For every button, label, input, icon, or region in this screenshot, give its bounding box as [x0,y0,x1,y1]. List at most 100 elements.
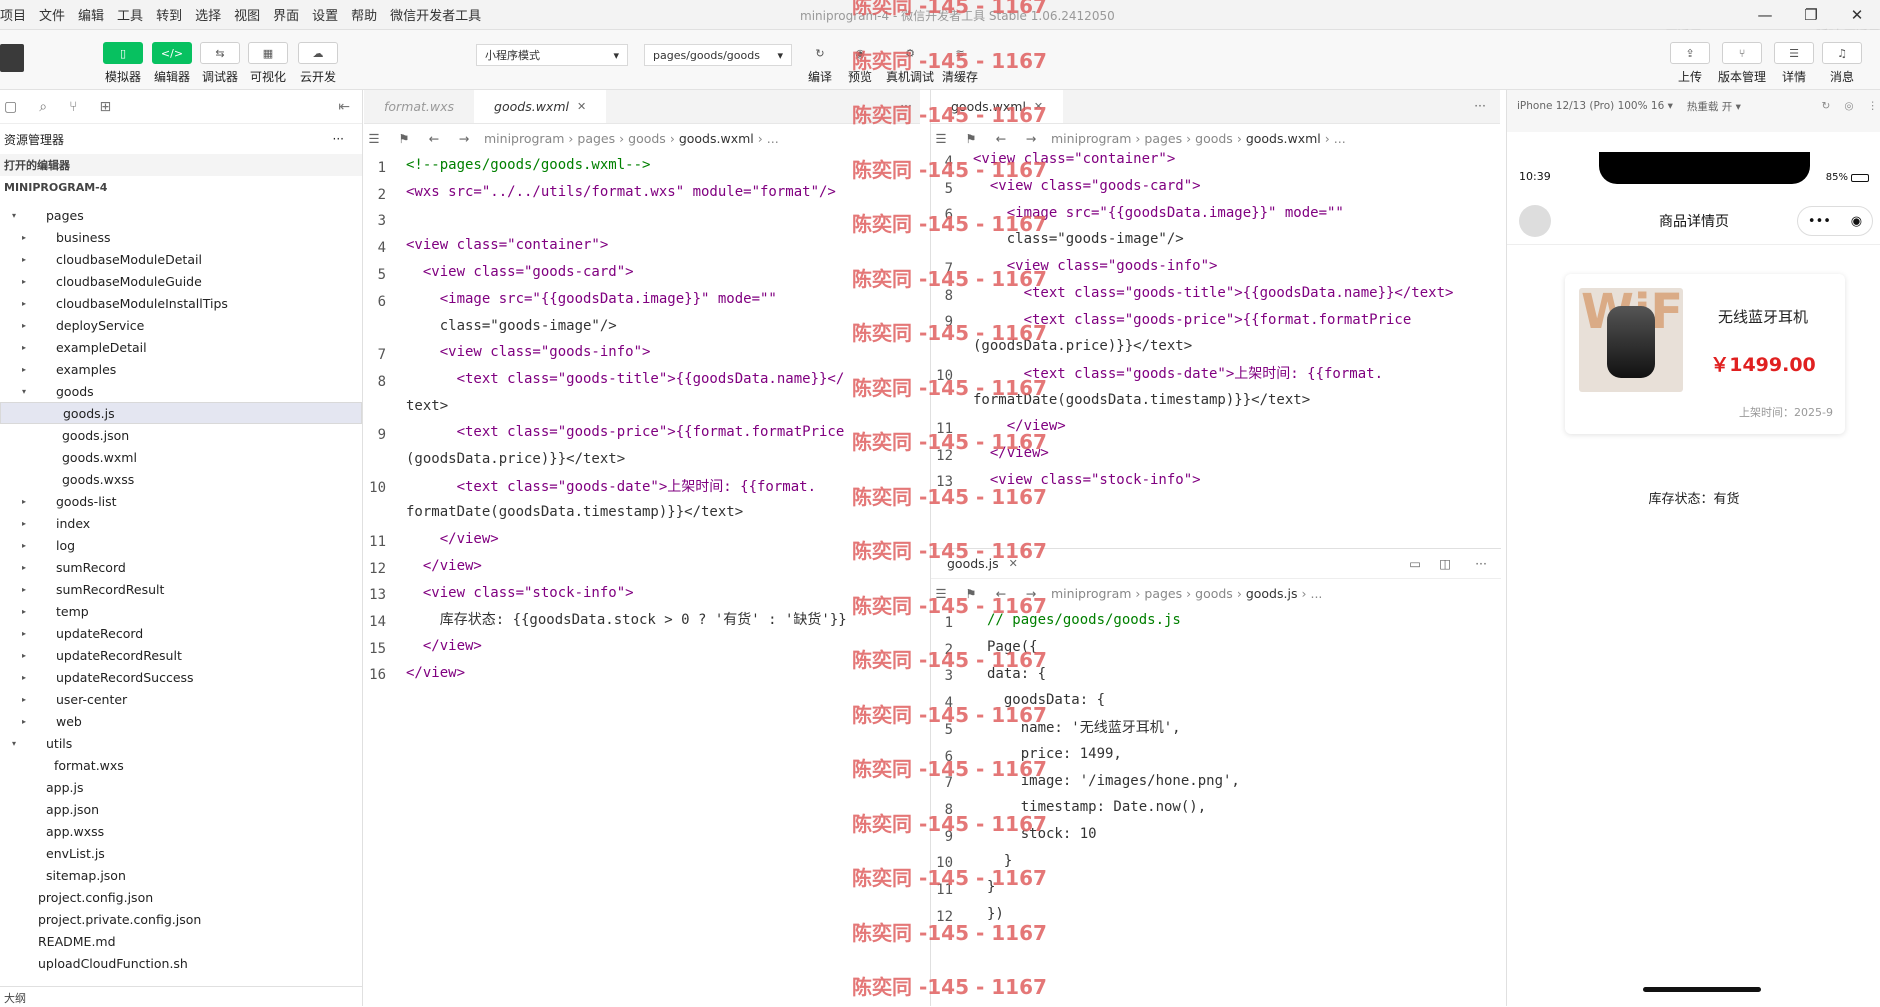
hot-reload-toggle[interactable]: 热重载 开 ▾ [1687,99,1741,114]
tree-item[interactable]: ▸ updateRecordResult [0,644,362,666]
more-icon[interactable]: ··· [1474,98,1486,113]
tree-item[interactable]: ▸ sumRecord [0,556,362,578]
breadcrumb-item[interactable]: ... [1334,131,1346,146]
close-icon[interactable]: ✕ [577,100,586,113]
tree-item[interactable]: ▸ updateRecordSuccess [0,666,362,688]
tree-item[interactable]: project.config.json [0,886,362,908]
tree-item[interactable]: uploadCloudFunction.sh [0,952,362,974]
code-line[interactable]: text> [406,392,448,419]
tree-item[interactable]: ▾ goods [0,380,362,402]
avatar[interactable] [0,44,24,72]
tree-item[interactable]: ▸ sumRecordResult [0,578,362,600]
tree-item[interactable]: ▸ business [0,226,362,248]
dots-icon[interactable]: ••• [1808,214,1831,229]
visual-button[interactable]: ▦ 可视化 [248,42,288,85]
mode-select[interactable]: 小程序模式 ▾ [476,44,628,66]
breadcrumb-item[interactable]: goods [628,131,666,146]
debugger-button[interactable]: ⇆ 调试器 [200,42,240,85]
tree-item[interactable]: ▸ cloudbaseModuleGuide [0,270,362,292]
menu-item[interactable]: 编辑 [78,5,104,24]
tree-item[interactable]: ▸ exampleDetail [0,336,362,358]
list-icon[interactable]: ☰ [364,131,384,146]
menu-item[interactable]: 转到 [156,5,182,24]
capsule-menu[interactable]: ••• ◉ [1797,206,1873,236]
menu-item[interactable]: 项目 [0,5,26,24]
tree-item[interactable]: ▸ temp [0,600,362,622]
product-image[interactable]: WiFi [1579,288,1683,392]
tree-item[interactable]: ▸ user-center [0,688,362,710]
code-line[interactable]: </view> [406,526,499,553]
collapse-panel-icon[interactable]: ⇤ [338,99,350,115]
tab-goods-wxml[interactable]: goods.wxml ✕ [474,90,607,123]
breadcrumb-item[interactable]: goods.wxml [1246,131,1321,146]
tree-item[interactable]: ▸ deployService [0,314,362,336]
back-arrow-icon[interactable]: ← [424,131,444,146]
upload-button[interactable]: ⇪ 上传 [1670,42,1710,85]
code-line[interactable]: <view class="stock-info"> [406,579,634,606]
extensions-icon[interactable]: ⊞ [99,99,111,115]
breadcrumb-item[interactable]: miniprogram [1051,131,1131,146]
more-icon[interactable]: ⋮ [1868,100,1879,112]
messages-button[interactable]: ♫ 消息 [1822,42,1862,85]
back-arrow-icon[interactable]: ← [991,131,1011,146]
code-line[interactable]: class="goods-image"/> [406,312,617,339]
code-line[interactable]: </view> [406,633,482,660]
tree-item[interactable]: README.md [0,930,362,952]
tree-item[interactable]: ▸ updateRecord [0,622,362,644]
tree-item[interactable]: sitemap.json [0,864,362,886]
split-icon[interactable]: ◫ [1439,556,1451,571]
list-icon[interactable]: ☰ [931,131,951,146]
tab-format-wxs[interactable]: format.wxs [364,90,474,123]
home-circle-icon[interactable] [1519,205,1551,237]
menu-item[interactable]: 工具 [117,5,143,24]
cloud-button[interactable]: ☁ 云开发 [298,42,338,85]
code-line[interactable]: 库存状态: {{goodsData.stock > 0 ? '有货' : '缺货… [406,606,847,633]
tree-item[interactable]: project.private.config.json [0,908,362,930]
simulator-button[interactable]: ▯ 模拟器 [103,42,143,85]
breadcrumb-item[interactable]: goods.wxml [679,131,754,146]
project-section[interactable]: MINIPROGRAM-4 [0,176,362,198]
breadcrumb-item[interactable]: pages [577,131,615,146]
compile-button[interactable]: ↻ 编译 [800,42,840,85]
bookmark-icon[interactable]: ⚑ [961,131,981,146]
code-line[interactable]: <view class="container"> [406,232,608,259]
device-select[interactable]: iPhone 12/13 (Pro) 100% 16 ▾ [1517,100,1673,112]
tree-item[interactable]: app.js [0,776,362,798]
breadcrumb-item[interactable]: ... [767,131,779,146]
breadcrumb-item[interactable]: goods [1195,131,1233,146]
code-line[interactable]: </view> [406,553,482,580]
code-editor[interactable]: 1 <!--pages/goods/goods.wxml--> 2 <wxs src=… [364,152,920,712]
refresh-icon[interactable]: ↻ [1822,100,1831,112]
details-button[interactable]: ☰ 详情 [1774,42,1814,85]
tree-item[interactable]: goods.wxss [0,468,362,490]
outline-section[interactable]: 大纲 [0,986,363,1006]
editor-button[interactable]: </> 编辑器 [152,42,192,85]
tree-item[interactable]: ▸ goods-list [0,490,362,512]
tree-item[interactable]: ▸ log [0,534,362,556]
code-line[interactable]: <image src="{{goodsData.image}}" mode="" [406,286,777,313]
code-line[interactable]: <text class="goods-price">{{format.forma… [406,419,845,446]
forward-arrow-icon[interactable]: → [454,131,474,146]
search-icon[interactable]: ⌕ [39,99,47,115]
breadcrumb-item[interactable]: ... [1310,586,1322,601]
code-line[interactable]: <wxs src="../../utils/format.wxs" module… [406,179,836,206]
menu-item[interactable]: 视图 [234,5,260,24]
code-line[interactable]: formatDate(goodsData.timestamp)}}</text> [406,499,743,526]
breadcrumb-item[interactable]: miniprogram [484,131,564,146]
tree-item[interactable]: ▾ utils [0,732,362,754]
git-icon[interactable]: ⑂ [69,99,77,115]
breadcrumb-item[interactable]: goods.js [1246,586,1298,601]
tree-item[interactable]: ▸ cloudbaseModuleDetail [0,248,362,270]
files-icon[interactable]: ▢ [4,99,17,115]
menu-item[interactable]: 帮助 [351,5,377,24]
code-line[interactable]: <view class="goods-card"> [406,259,634,286]
target-icon[interactable]: ◉ [1851,214,1862,229]
tree-item[interactable]: app.wxss [0,820,362,842]
code-line[interactable]: </view> [406,659,465,686]
code-line[interactable]: <text class="goods-title">{{goodsData.na… [406,366,845,393]
tree-item[interactable]: ▾ pages [0,204,362,226]
more-icon[interactable]: ··· [1475,556,1487,571]
breadcrumb-item[interactable]: pages [1144,131,1182,146]
tree-item[interactable]: goods.wxml [0,446,362,468]
menu-item[interactable]: 文件 [39,5,65,24]
